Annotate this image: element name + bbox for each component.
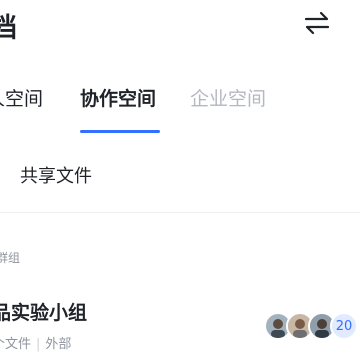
meta-separator: |	[36, 337, 41, 352]
swap-arrows-icon	[304, 11, 330, 35]
groups-section-label: 群组	[0, 251, 21, 265]
tab-personal-space[interactable]: 人空间	[0, 84, 43, 111]
tab-collab-space[interactable]: 协作空间	[80, 84, 156, 111]
group-file-count: 个文件	[0, 337, 32, 352]
group-name: 品实验小组	[0, 302, 88, 324]
tab-enterprise-space[interactable]: 企业空间	[190, 84, 266, 111]
group-list-item[interactable]: 品实验小组 个文件 | 外部	[0, 286, 360, 360]
group-scope-badge: 外部	[45, 337, 72, 352]
app-screen: 档 人空间 协作空间 企业空间 共享文件 群组 品实验小组 个文件 | 外部	[0, 0, 360, 360]
section-divider	[0, 212, 360, 213]
active-tab-indicator	[80, 130, 160, 133]
space-tabs: 人空间 协作空间 企业空间	[0, 84, 360, 136]
page-title: 档	[0, 13, 18, 44]
shared-files-item[interactable]: 共享文件	[0, 148, 360, 208]
group-meta: 个文件 | 外部	[0, 333, 71, 352]
switch-space-button[interactable]	[300, 8, 334, 38]
member-count-badge: 20	[330, 312, 358, 340]
shared-files-label: 共享文件	[20, 166, 92, 187]
